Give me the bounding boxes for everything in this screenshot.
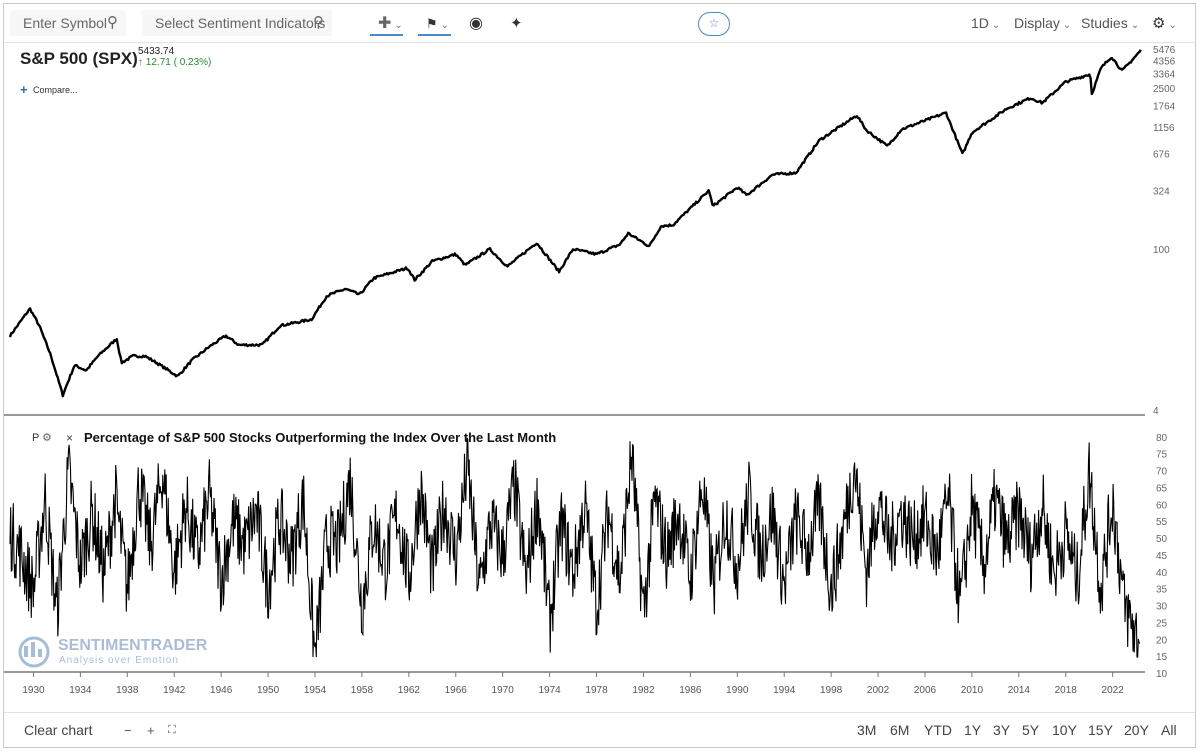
x-tick-label: 1942 (163, 685, 186, 696)
range-6m-button[interactable]: 6M (890, 722, 909, 738)
compare-button[interactable]: + Compare... (20, 82, 78, 97)
close-icon[interactable]: × (66, 431, 73, 445)
spx-y-tick: 3364 (1153, 69, 1176, 80)
range-15y-button[interactable]: 15Y (1088, 722, 1113, 738)
time-axis: 1930 1934 1938 1942 1946 1950 1954 1958 1962 1966… (22, 672, 1124, 696)
spx-y-tick: 100 (1153, 245, 1170, 256)
indicator-y-tick: 55 (1156, 517, 1168, 528)
indicator-y-tick: 70 (1156, 467, 1168, 478)
indicator-y-tick: 75 (1156, 450, 1168, 461)
indicator-y-tick: 60 (1156, 500, 1168, 511)
spx-y-tick: 676 (1153, 150, 1170, 161)
compare-label: Compare... (33, 85, 78, 95)
x-tick-label: 1958 (351, 685, 374, 696)
chart-canvas: SENTIMENTRADER Analysis over Emotion S&P… (4, 45, 1176, 696)
indicator-y-tick: 20 (1156, 635, 1168, 646)
outperforming-series (9, 437, 1141, 658)
x-tick-label: 1990 (726, 685, 749, 696)
indicator-y-tick: 40 (1156, 568, 1168, 579)
x-tick-label: 2002 (867, 685, 890, 696)
x-tick-label: 1962 (398, 685, 421, 696)
price-change: ↑ 12.71 ( 0.23%) (138, 57, 211, 68)
outperforming-line (9, 437, 1141, 658)
range-all-button[interactable]: All (1161, 722, 1177, 738)
x-tick-label: 1986 (679, 685, 702, 696)
x-tick-label: 1978 (585, 685, 608, 696)
x-tick-label: 1994 (773, 685, 796, 696)
x-tick-label: 1954 (304, 685, 327, 696)
spx-y-tick: 2500 (1153, 84, 1176, 95)
x-tick-label: 1974 (538, 685, 561, 696)
x-tick-label: 2014 (1008, 685, 1031, 696)
x-tick-label: 2018 (1055, 685, 1078, 696)
x-tick-label: 2022 (1102, 685, 1125, 696)
x-tick-label: 2006 (914, 685, 937, 696)
watermark-brand: SENTIMENTRADER (58, 637, 208, 654)
x-tick-label: 1930 (22, 685, 45, 696)
indicator-y-tick: 45 (1156, 551, 1168, 562)
spx-line (8, 49, 1142, 398)
zoom-out-button[interactable]: − (124, 723, 132, 738)
zoom-in-button[interactable]: + (147, 723, 155, 738)
price-change-value: 12.71 ( 0.23%) (146, 57, 212, 68)
indicator-letter: P (32, 432, 39, 444)
spx-y-tick: 324 (1153, 186, 1170, 197)
watermark: SENTIMENTRADER Analysis over Emotion (18, 636, 208, 668)
chart-window: Enter Symbol ⚲ Select Sentiment Indicato… (3, 3, 1196, 748)
spx-y-tick: 4356 (1153, 56, 1176, 67)
gear-icon[interactable]: ⚙ (42, 432, 52, 444)
range-3m-button[interactable]: 3M (857, 722, 876, 738)
range-5y-button[interactable]: 5Y (1022, 722, 1039, 738)
plus-icon: + (20, 82, 28, 97)
range-1y-button[interactable]: 1Y (964, 722, 981, 738)
range-20y-button[interactable]: 20Y (1124, 722, 1149, 738)
indicator-y-tick: 50 (1156, 534, 1168, 545)
range-10y-button[interactable]: 10Y (1052, 722, 1077, 738)
clear-chart-button[interactable]: Clear chart (24, 722, 92, 738)
range-3y-button[interactable]: 3Y (993, 722, 1010, 738)
x-tick-label: 1966 (445, 685, 468, 696)
x-tick-label: 1982 (632, 685, 655, 696)
x-tick-label: 2010 (961, 685, 984, 696)
x-tick-label: 1998 (820, 685, 843, 696)
x-tick-label: 1970 (492, 685, 515, 696)
symbol-title: S&P 500 (SPX) (20, 49, 138, 68)
bottom-bar: Clear chart − + ⛶ 3M 6M YTD 1Y 3Y 5Y 10Y 15Y 20Y… (4, 712, 1195, 749)
indicator-y-tick: 65 (1156, 483, 1168, 494)
x-tick-label: 1934 (69, 685, 92, 696)
spx-y-tick: 4 (1153, 406, 1159, 417)
indicator-title: Percentage of S&P 500 Stocks Outperformi… (84, 430, 556, 445)
x-tick-label: 1950 (257, 685, 280, 696)
indicator-y-tick: 10 (1156, 669, 1168, 680)
indicator-y-tick: 35 (1156, 585, 1168, 596)
x-tick-label: 1946 (210, 685, 233, 696)
x-tick-label: 1938 (116, 685, 139, 696)
last-price: 5433.74 (138, 46, 175, 57)
indicator-y-tick: 25 (1156, 618, 1168, 629)
indicator-y-tick: 15 (1156, 652, 1168, 663)
spx-series (8, 49, 1142, 398)
indicator-y-tick: 80 (1156, 433, 1168, 444)
spx-y-tick: 5476 (1153, 45, 1176, 56)
spx-y-tick: 1156 (1153, 123, 1175, 134)
fit-screen-icon[interactable]: ⛶ (168, 724, 176, 737)
spx-y-tick: 1764 (1153, 102, 1176, 113)
spx-y-axis: 4 100 324 676 1156 1764 2500 3364 43565476 (1153, 45, 1176, 417)
indicator-y-axis: 10 15 20 25 30 35 40 45 50 55 60 65 70 75 80 (1156, 433, 1168, 680)
range-ytd-button[interactable]: YTD (924, 722, 952, 738)
watermark-tagline: Analysis over Emotion (59, 655, 179, 666)
indicator-y-tick: 30 (1156, 602, 1168, 613)
